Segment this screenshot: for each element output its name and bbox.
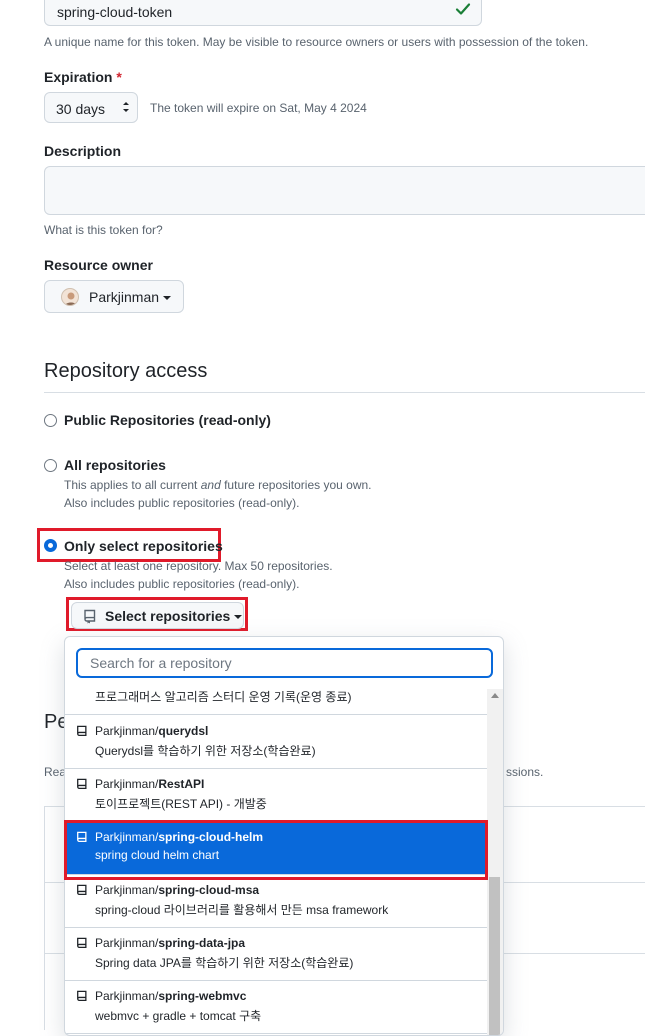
list-item[interactable]: Parkjinman/querydsl Querydsl를 학습하기 위한 저장… <box>65 716 487 769</box>
repo-description: Querydsl를 학습하기 위한 저장소(학습완료) <box>95 744 316 758</box>
description-label: Description <box>44 143 122 159</box>
caret-down-icon <box>162 296 171 301</box>
list-item[interactable]: Parkjinman/spring-webmvc webmvc + gradle… <box>65 981 487 1034</box>
repo-short-name: spring-data-jpa <box>158 936 246 950</box>
repo-description: Spring data JPA를 학습하기 위한 저장소(학습완료) <box>95 956 354 970</box>
repository-access-title: Repository access <box>44 360 208 382</box>
behind-text-right: ssions. <box>506 765 544 779</box>
option-all-label: All repositories <box>64 457 166 473</box>
option-select-help-1: Select at least one repository. Max 50 r… <box>64 559 333 573</box>
list-item[interactable]: Parkjinman/spring-cloud-msa spring-cloud… <box>65 875 487 928</box>
select-arrows-icon <box>122 100 130 117</box>
repo-owner: Parkjinman/ <box>95 989 159 1003</box>
repo-short-name: spring-webmvc <box>158 989 247 1003</box>
radio-only-select-repositories[interactable] <box>44 539 57 552</box>
section-divider <box>44 392 645 393</box>
repo-icon <box>76 990 88 1006</box>
behind-text-left: Rea <box>44 765 67 779</box>
radio-public-repositories[interactable] <box>44 414 57 427</box>
repo-owner: Parkjinman/ <box>95 777 159 791</box>
help-text: This applies to all current <box>64 478 201 492</box>
repository-search-field[interactable] <box>76 648 493 678</box>
highlight-spring-cloud-helm <box>64 820 488 880</box>
caret-down-icon <box>234 615 243 620</box>
behind-border-left <box>44 806 45 1030</box>
scroll-up-arrow-icon[interactable] <box>491 693 499 698</box>
repo-icon <box>76 884 88 900</box>
token-name-value: spring-cloud-token <box>57 4 173 20</box>
option-public-label: Public Repositories (read-only) <box>64 412 271 428</box>
help-text: future repositories you own. <box>220 478 372 492</box>
expiration-selected-value: 30 days <box>56 101 106 117</box>
expiration-label-text: Expiration <box>44 69 113 85</box>
repo-short-name: spring-cloud-msa <box>158 883 260 897</box>
help-emphasis: and <box>200 478 221 492</box>
option-only-select-label: Only select repositories <box>64 538 223 554</box>
repo-short-name: querydsl <box>158 724 209 738</box>
repo-icon <box>76 937 88 953</box>
repo-owner: Parkjinman/ <box>95 724 159 738</box>
repo-name: Parkjinman/spring-webmvc <box>95 989 246 1003</box>
required-mark: * <box>116 69 122 85</box>
option-select-help-2: Also includes public repositories (read-… <box>64 577 300 591</box>
repository-search-input[interactable] <box>88 654 472 672</box>
expiration-help: The token will expire on Sat, May 4 2024 <box>150 101 367 115</box>
expiration-label: Expiration * <box>44 69 122 85</box>
list-item[interactable]: Parkjinman/RestAPI 토이프로젝트(REST API) - 개발… <box>65 769 487 822</box>
list-item[interactable]: 프로그래머스 알고리즘 스터디 운영 기록(운영 종료) <box>65 689 487 715</box>
list-item[interactable]: Parkjinman/spring-data-jpa Spring data J… <box>65 928 487 981</box>
repo-description: 프로그래머스 알고리즘 스터디 운영 기록(운영 종료) <box>95 690 352 704</box>
repo-description: 토이프로젝트(REST API) - 개발중 <box>95 797 267 811</box>
select-repositories-text: Select repositories <box>105 608 231 624</box>
resource-owner-label: Resource owner <box>44 257 153 273</box>
select-repositories-button[interactable]: Select repositories <box>71 602 244 629</box>
description-help: What is this token for? <box>44 223 163 237</box>
repo-description: webmvc + gradle + tomcat 구축 <box>95 1009 262 1023</box>
repo-short-name: RestAPI <box>158 777 205 791</box>
resource-owner-button[interactable]: Parkjinman <box>44 280 184 313</box>
token-name-input[interactable]: spring-cloud-token <box>44 0 482 26</box>
repo-owner: Parkjinman/ <box>95 883 159 897</box>
resource-owner-name: Parkjinman <box>89 289 171 305</box>
scrollbar-thumb[interactable] <box>489 877 500 1035</box>
select-repositories-label: Select repositories <box>105 608 243 624</box>
radio-all-repositories[interactable] <box>44 459 57 472</box>
valid-check-icon <box>455 1 471 20</box>
owner-name-text: Parkjinman <box>89 289 160 305</box>
description-input[interactable] <box>44 166 645 215</box>
option-all-help-1: This applies to all current and future r… <box>64 478 372 492</box>
repo-icon <box>83 609 97 627</box>
repo-owner: Parkjinman/ <box>95 936 159 950</box>
option-all-help-2: Also includes public repositories (read-… <box>64 496 300 510</box>
repo-name: Parkjinman/querydsl <box>95 724 208 738</box>
token-name-help: A unique name for this token. May be vis… <box>44 35 589 49</box>
repo-name: Parkjinman/RestAPI <box>95 777 204 791</box>
expiration-select[interactable]: 30 days <box>44 92 138 123</box>
avatar <box>61 288 79 306</box>
repo-name: Parkjinman/spring-cloud-msa <box>95 883 259 897</box>
repo-icon <box>76 725 88 741</box>
repo-name: Parkjinman/spring-data-jpa <box>95 936 245 950</box>
repo-icon <box>76 778 88 794</box>
repo-description: spring-cloud 라이브러리를 활용해서 만든 msa framewor… <box>95 903 389 917</box>
